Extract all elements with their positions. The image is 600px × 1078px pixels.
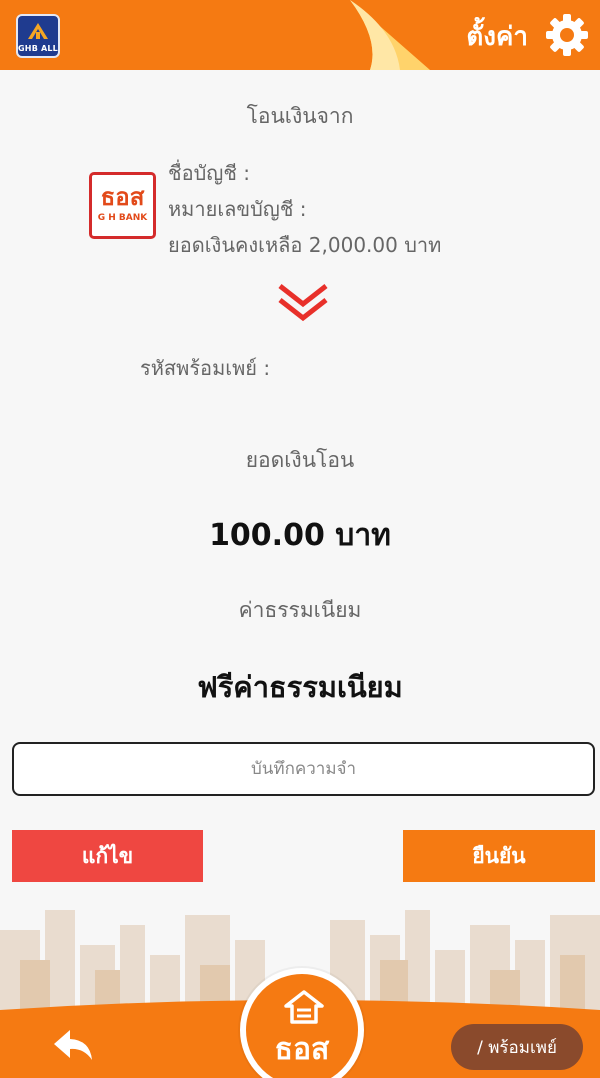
double-chevron-down-icon bbox=[278, 284, 328, 322]
settings-label[interactable]: ตั้งค่า bbox=[466, 16, 528, 57]
promptpay-button[interactable]: / พร้อมเพย์ bbox=[451, 1024, 583, 1070]
gear-icon[interactable] bbox=[544, 12, 590, 58]
house-roof-icon bbox=[28, 23, 48, 39]
amount-label: ยอดเงินโอน bbox=[245, 448, 355, 472]
memo-input[interactable] bbox=[12, 742, 595, 796]
app-logo: GHB ALL bbox=[16, 14, 60, 58]
promptpay-button-label: / พร้อมเพย์ bbox=[477, 1037, 557, 1058]
home-button-label: ธอส bbox=[274, 1032, 330, 1067]
confirm-button[interactable]: ยืนยัน bbox=[403, 830, 595, 882]
bank-logo: ธอส G H BANK bbox=[89, 172, 156, 239]
account-name-label: ชื่อบัญชี : bbox=[168, 161, 250, 185]
bank-logo-sub-text: G H BANK bbox=[97, 213, 148, 223]
amount-value: 100.00 บาท bbox=[209, 518, 391, 553]
bank-logo-main-text: ธอส bbox=[100, 183, 145, 211]
back-arrow-icon[interactable] bbox=[50, 1026, 96, 1066]
account-details: ชื่อบัญชี : หมายเลขบัญชี : ยอดเงินคงเหลื… bbox=[168, 155, 441, 263]
account-number-label: หมายเลขบัญชี : bbox=[168, 197, 307, 221]
top-header: GHB ALL ตั้งค่า bbox=[0, 0, 600, 70]
house-icon bbox=[284, 990, 324, 1024]
page-curl-decoration bbox=[350, 0, 430, 70]
fee-label: ค่าธรรมเนียม bbox=[238, 598, 362, 622]
account-balance: ยอดเงินคงเหลือ 2,000.00 บาท bbox=[168, 233, 442, 257]
edit-button[interactable]: แก้ไข bbox=[12, 830, 203, 882]
app-logo-text: GHB ALL bbox=[18, 44, 58, 53]
transfer-from-title: โอนเงินจาก bbox=[246, 104, 354, 128]
promptpay-id-label: รหัสพร้อมเพย์ : bbox=[140, 356, 271, 380]
fee-value: ฟรีค่าธรรมเนียม bbox=[197, 670, 403, 704]
